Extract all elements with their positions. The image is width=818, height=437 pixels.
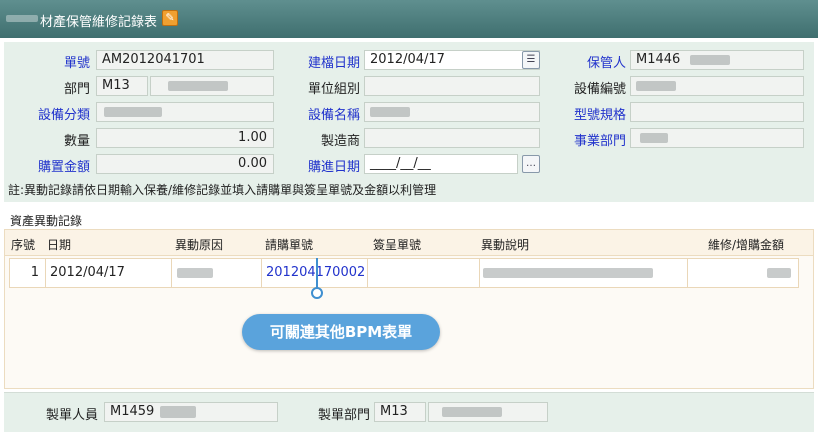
- dept-label: 部門: [63, 82, 90, 97]
- history-section-title: 資產異動記錄: [10, 214, 83, 228]
- edit-icon[interactable]: ✎: [162, 10, 178, 26]
- maker-code: M1459: [110, 404, 155, 419]
- purchase-amount-label: 購置金額: [37, 160, 90, 175]
- row-seq: 1: [10, 259, 46, 287]
- maker-name-redaction: [160, 406, 196, 418]
- maker-dept-name-redaction: [442, 407, 502, 417]
- custodian-label: 保管人: [586, 56, 626, 71]
- dept-name-redaction: [168, 81, 228, 91]
- custodian-name-redaction: [690, 55, 730, 65]
- manufacturer-label: 製造商: [320, 134, 360, 149]
- col-sign-no: 簽呈單號: [373, 238, 422, 252]
- create-date-label: 建檔日期: [307, 56, 360, 71]
- row-reason-redaction: [177, 268, 213, 278]
- title-bar: 材產保管維修記錄表 ✎: [0, 0, 818, 38]
- table-row[interactable]: 1 2012/04/17 201204170002: [9, 258, 799, 288]
- row-amount-redaction: [767, 268, 791, 278]
- business-dept-redaction: [640, 133, 668, 143]
- quantity-label: 數量: [63, 134, 90, 149]
- unit-group-label: 單位組別: [307, 82, 360, 97]
- maker-dept-label: 製單部門: [317, 408, 370, 423]
- purchase-date-field[interactable]: ____/__/__: [364, 154, 518, 174]
- purchase-amount-field[interactable]: 0.00: [96, 154, 274, 174]
- maker-label: 製單人員: [45, 408, 98, 423]
- col-desc: 異動說明: [481, 238, 530, 252]
- purchase-date-label: 購進日期: [307, 160, 360, 175]
- equip-name-redaction: [370, 107, 410, 117]
- row-desc-redaction: [483, 268, 653, 278]
- quantity-field[interactable]: 1.00: [96, 128, 274, 148]
- bpm-link-callout: 可關連其他BPM表單: [242, 314, 440, 350]
- history-table-header: 序號 日期 異動原因 請購單號 簽呈單號 異動說明 維修/增購金額: [5, 230, 813, 256]
- form-note: 註:異動記錄請依日期輸入保養/維修記錄並填入請購單與簽呈單號及金額以利管理: [8, 183, 437, 197]
- maker-dept-code-field[interactable]: M13: [374, 402, 426, 422]
- equip-no-redaction: [636, 81, 676, 91]
- equip-name-label: 設備名稱: [307, 108, 360, 123]
- equip-no-label: 設備編號: [573, 82, 626, 97]
- callout-anchor-dot: [311, 287, 323, 299]
- history-table: 序號 日期 異動原因 請購單號 簽呈單號 異動說明 維修/增購金額 1 2012…: [4, 229, 814, 389]
- col-amount: 維修/增購金額: [708, 238, 785, 252]
- row-pr-no-link[interactable]: 201204170002: [262, 259, 368, 287]
- col-reason: 異動原因: [175, 238, 224, 252]
- doc-no-field[interactable]: AM2012041701: [96, 50, 274, 70]
- equip-category-label: 設備分類: [37, 108, 90, 123]
- row-date: 2012/04/17: [46, 259, 172, 287]
- model-spec-field[interactable]: [630, 102, 804, 122]
- create-date-field[interactable]: 2012/04/17: [364, 50, 540, 70]
- date-picker-icon[interactable]: …: [522, 155, 540, 173]
- custodian-code: M1446: [636, 52, 681, 67]
- equip-category-redaction: [104, 107, 162, 117]
- unit-group-field[interactable]: [364, 76, 540, 96]
- col-seq: 序號: [11, 238, 36, 252]
- model-spec-label: 型號規格: [573, 108, 626, 123]
- dept-code-field[interactable]: M13: [96, 76, 148, 96]
- business-dept-label: 事業部門: [573, 134, 626, 149]
- title-redaction: [6, 15, 38, 22]
- col-date: 日期: [47, 238, 72, 252]
- manufacturer-field[interactable]: [364, 128, 540, 148]
- col-pr-no: 請購單號: [265, 238, 314, 252]
- doc-no-label: 單號: [63, 56, 90, 71]
- row-sign-no: [368, 259, 480, 287]
- window-title: 材產保管維修記錄表: [40, 15, 158, 30]
- calendar-icon[interactable]: ☰: [522, 51, 540, 69]
